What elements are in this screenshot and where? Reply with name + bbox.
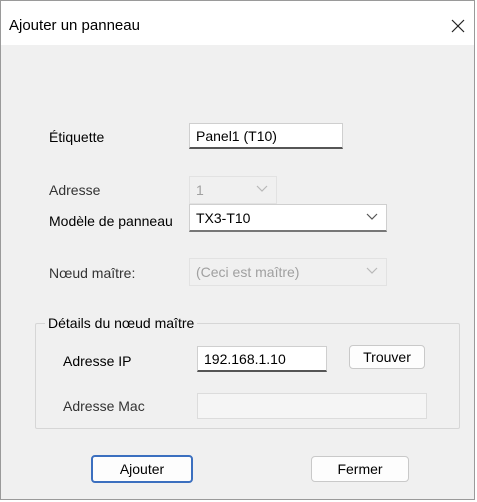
label-field-label: Étiquette	[49, 129, 105, 145]
chevron-down-icon	[256, 185, 268, 192]
panel-model-label: Modèle de panneau	[49, 213, 173, 229]
mac-address-label: Adresse Mac	[63, 398, 145, 414]
close-dialog-button[interactable]: Fermer	[311, 456, 409, 482]
ip-address-input[interactable]	[197, 346, 327, 372]
chevron-down-icon	[366, 267, 378, 274]
label-input[interactable]	[189, 123, 343, 149]
title-bar: Ajouter un panneau	[1, 1, 474, 45]
chevron-down-icon	[366, 213, 378, 220]
master-node-value: (Ceci est maître)	[196, 264, 300, 280]
add-button[interactable]: Ajouter	[91, 455, 193, 483]
master-node-label: Nœud maître:	[49, 265, 136, 281]
address-value: 1	[196, 182, 204, 198]
close-icon	[451, 19, 465, 33]
ip-address-label: Adresse IP	[63, 353, 132, 369]
address-label: Adresse	[49, 182, 101, 198]
panel-model-select[interactable]: TX3-T10	[189, 204, 387, 232]
find-button[interactable]: Trouver	[349, 345, 425, 369]
address-select[interactable]: 1	[189, 176, 277, 204]
master-node-select[interactable]: (Ceci est maître)	[189, 258, 387, 286]
master-details-title: Détails du nœud maître	[45, 315, 198, 331]
mac-address-field	[197, 393, 427, 419]
panel-model-value: TX3-T10	[196, 209, 251, 226]
add-panel-dialog: Ajouter un panneau Étiquette Adresse 1 M…	[0, 0, 475, 500]
dialog-title: Ajouter un panneau	[9, 17, 140, 34]
close-button[interactable]	[442, 11, 474, 41]
